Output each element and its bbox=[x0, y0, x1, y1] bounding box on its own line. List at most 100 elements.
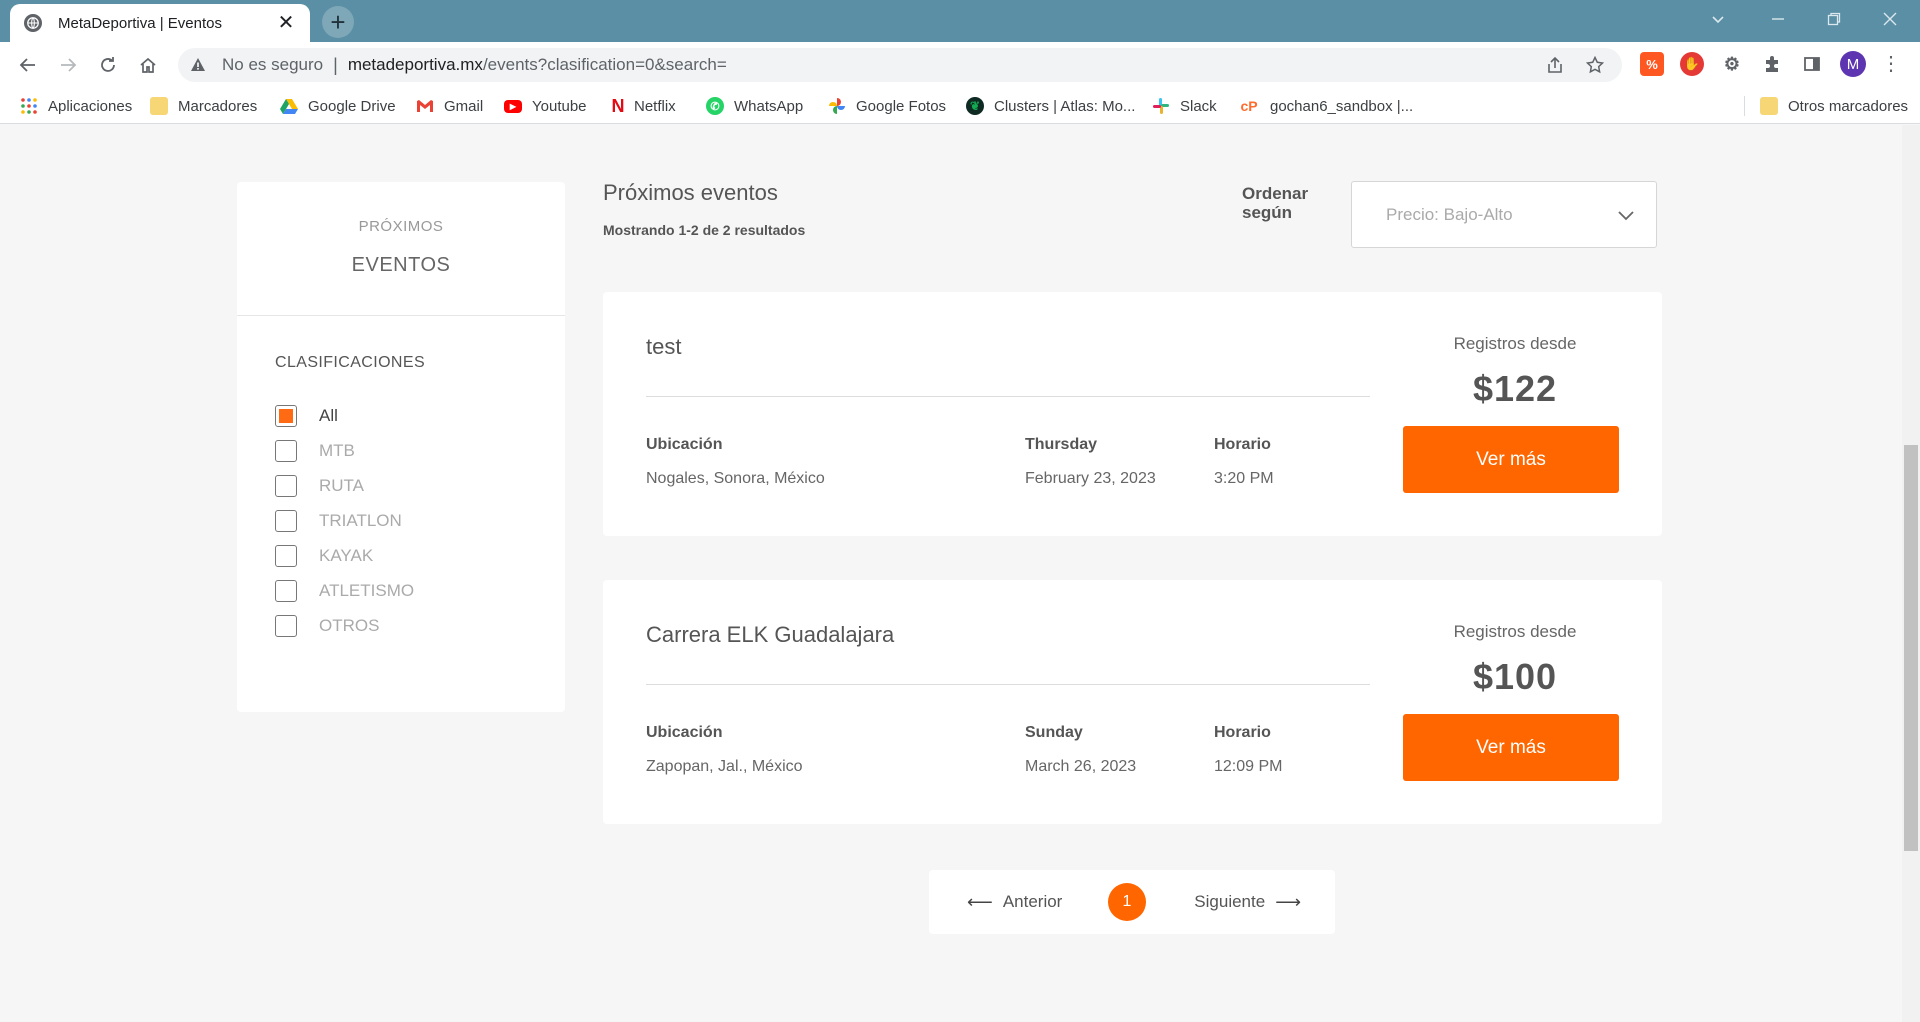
url-separator: | bbox=[333, 54, 338, 75]
filter-mtb[interactable]: MTB bbox=[275, 439, 355, 463]
back-arrow-icon[interactable] bbox=[12, 49, 44, 81]
filters-sidebar: PRÓXIMOS EVENTOS CLASIFICACIONES All MTB… bbox=[237, 182, 565, 712]
checkbox-ruta[interactable] bbox=[275, 475, 297, 497]
browser-tab[interactable]: MetaDeportiva | Eventos ✕ bbox=[10, 4, 310, 42]
card-divider bbox=[646, 396, 1370, 397]
apps-grid-icon bbox=[20, 97, 38, 115]
browser-toolbar: No es seguro | metadeportiva.mx/events?c… bbox=[0, 42, 1920, 88]
bookmark-item[interactable]: cP gochan6_sandbox |... bbox=[1238, 88, 1413, 124]
scrollbar-thumb[interactable] bbox=[1904, 445, 1918, 851]
google-drive-icon bbox=[280, 97, 298, 115]
extension-gear-icon[interactable]: ⚙ bbox=[1720, 52, 1744, 76]
share-icon[interactable] bbox=[1540, 48, 1570, 82]
filter-all[interactable]: All bbox=[275, 404, 338, 428]
bookmark-label: Google Fotos bbox=[856, 97, 947, 115]
page-title: Próximos eventos bbox=[603, 180, 778, 205]
extension-percent-icon[interactable]: % bbox=[1640, 52, 1664, 76]
checkbox-otros[interactable] bbox=[275, 615, 297, 637]
filter-label: OTROS bbox=[319, 616, 380, 635]
bookmark-label: Youtube bbox=[532, 97, 587, 115]
price-from-label: Registros desde bbox=[1453, 334, 1577, 353]
browser-tabstrip: MetaDeportiva | Eventos ✕ + bbox=[0, 0, 1920, 42]
bookmark-label: Gmail bbox=[444, 97, 484, 115]
url-text[interactable]: metadeportiva.mx/events?clasification=0&… bbox=[348, 55, 727, 75]
see-more-button[interactable]: Ver más bbox=[1403, 714, 1619, 781]
arrow-right-icon: ⟶ bbox=[1275, 891, 1301, 912]
page-scrollbar[interactable] bbox=[1902, 125, 1920, 1022]
chevron-down-icon bbox=[1614, 203, 1638, 227]
not-secure-label[interactable]: No es seguro bbox=[222, 55, 323, 75]
checkbox-kayak[interactable] bbox=[275, 545, 297, 567]
next-page-button[interactable]: Siguiente ⟶ bbox=[1194, 870, 1301, 934]
filter-kayak[interactable]: KAYAK bbox=[275, 544, 373, 568]
filter-label: TRIATLON bbox=[319, 511, 402, 530]
page-number-current[interactable]: 1 bbox=[1108, 883, 1146, 921]
filter-triatlon[interactable]: TRIATLON bbox=[275, 509, 402, 533]
checkbox-all[interactable] bbox=[275, 405, 297, 427]
bookmark-item[interactable]: ✆ WhatsApp bbox=[706, 88, 803, 124]
bookmark-item[interactable]: Aplicaciones bbox=[20, 88, 132, 124]
bookmark-item[interactable]: Google Fotos bbox=[828, 88, 946, 124]
bookmark-label: Aplicaciones bbox=[48, 97, 133, 115]
location-label: Ubicación bbox=[646, 724, 723, 741]
bookmark-item[interactable]: ❦ Clusters | Atlas: Mo... bbox=[966, 88, 1135, 124]
side-panel-icon[interactable] bbox=[1800, 52, 1824, 76]
bookmark-label: Slack bbox=[1180, 97, 1217, 115]
card-divider bbox=[646, 684, 1370, 685]
more-menu-icon[interactable]: ⋮ bbox=[1876, 50, 1906, 78]
extensions-puzzle-icon[interactable] bbox=[1760, 52, 1784, 76]
warning-icon[interactable] bbox=[190, 57, 206, 73]
bookmark-item[interactable]: ▶ Youtube bbox=[504, 88, 587, 124]
event-card: test Ubicación Nogales, Sonora, México T… bbox=[603, 292, 1662, 536]
filter-atletismo[interactable]: ATLETISMO bbox=[275, 579, 414, 603]
checkbox-check bbox=[279, 409, 293, 423]
youtube-icon: ▶ bbox=[504, 99, 522, 113]
netflix-icon: N bbox=[611, 95, 625, 116]
whatsapp-icon: ✆ bbox=[706, 97, 724, 115]
restore-icon[interactable] bbox=[1806, 0, 1862, 38]
checkbox-triatlon[interactable] bbox=[275, 510, 297, 532]
bookmark-item[interactable]: Gmail bbox=[416, 88, 483, 124]
reload-icon[interactable] bbox=[92, 49, 124, 81]
gmail-icon bbox=[416, 97, 434, 115]
bookmark-item[interactable]: N Netflix bbox=[612, 88, 676, 124]
filter-label: MTB bbox=[319, 441, 355, 460]
close-window-icon[interactable] bbox=[1862, 0, 1918, 38]
event-time: 12:09 PM bbox=[1214, 758, 1283, 775]
event-time: 3:20 PM bbox=[1214, 470, 1274, 487]
bookmark-item[interactable]: Marcadores bbox=[150, 88, 257, 124]
close-tab-icon[interactable]: ✕ bbox=[276, 13, 296, 33]
previous-page-button[interactable]: ⟵ Anterior bbox=[967, 870, 1062, 934]
bookmark-star-icon[interactable] bbox=[1580, 48, 1610, 82]
address-bar[interactable]: No es seguro | metadeportiva.mx/events?c… bbox=[178, 48, 1622, 82]
checkbox-atletismo[interactable] bbox=[275, 580, 297, 602]
minimize-icon[interactable] bbox=[1750, 0, 1806, 38]
bookmark-label: gochan6_sandbox |... bbox=[1270, 97, 1414, 115]
bookmarks-bar: Aplicaciones Marcadores Google Drive Gma… bbox=[0, 88, 1920, 124]
forward-arrow-icon[interactable] bbox=[52, 49, 84, 81]
extension-adblock-icon[interactable]: ✋ bbox=[1680, 52, 1704, 76]
event-card: Carrera ELK Guadalajara Ubicación Zapopa… bbox=[603, 580, 1662, 824]
see-more-button[interactable]: Ver más bbox=[1403, 426, 1619, 493]
profile-avatar[interactable]: M bbox=[1840, 51, 1866, 77]
filter-otros[interactable]: OTROS bbox=[275, 614, 379, 638]
bookmark-item[interactable]: Slack bbox=[1152, 88, 1217, 124]
classifications-heading: CLASIFICACIONES bbox=[275, 354, 426, 371]
bookmark-item[interactable]: Google Drive bbox=[280, 88, 396, 124]
event-location: Zapopan, Jal., México bbox=[646, 758, 803, 775]
filter-ruta[interactable]: RUTA bbox=[275, 474, 364, 498]
home-icon[interactable] bbox=[132, 49, 164, 81]
checkbox-mtb[interactable] bbox=[275, 440, 297, 462]
filter-label: KAYAK bbox=[319, 546, 374, 565]
sort-dropdown[interactable]: Precio: Bajo-Alto bbox=[1351, 181, 1657, 248]
new-tab-button[interactable]: + bbox=[322, 6, 354, 38]
bookmark-label: WhatsApp bbox=[734, 97, 804, 115]
event-price: $122 bbox=[1472, 368, 1558, 409]
other-bookmarks[interactable]: Otros marcadores bbox=[1760, 88, 1908, 124]
event-day: Sunday bbox=[1025, 724, 1083, 741]
event-date: March 26, 2023 bbox=[1025, 758, 1137, 775]
time-label: Horario bbox=[1214, 436, 1271, 453]
tab-search-icon[interactable] bbox=[1690, 0, 1746, 38]
sidebar-subtitle: PRÓXIMOS bbox=[358, 218, 444, 235]
event-name: test bbox=[646, 334, 682, 359]
